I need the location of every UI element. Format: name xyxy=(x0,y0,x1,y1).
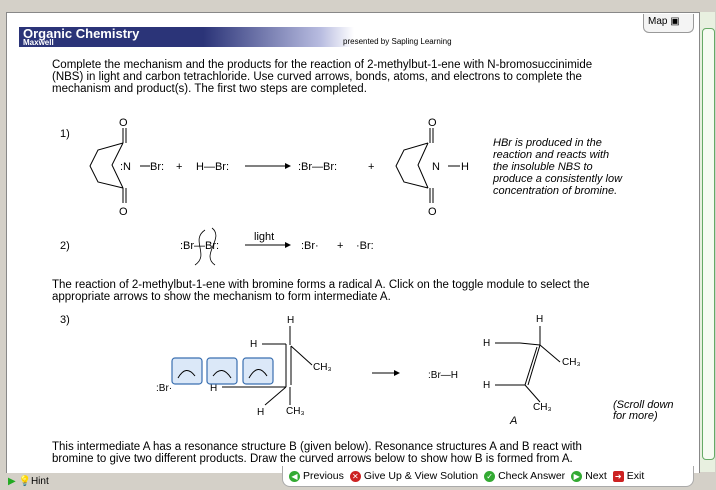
arrow-toggle-1[interactable] xyxy=(171,357,203,385)
svg-text:H: H xyxy=(257,407,264,418)
svg-text:CH₃: CH₃ xyxy=(562,357,581,368)
navigation-bar: ◀ Previous ✕ Give Up & View Solution ✓ Chec… xyxy=(282,466,694,487)
mechanism-drawing: 1) 2) 3) OO :N Br: + H—Br: :Br—Br: + OO NH … xyxy=(60,117,674,427)
step-2-label: 2) xyxy=(60,240,70,252)
check-answer-button[interactable]: ✓ Check Answer xyxy=(484,470,565,482)
give-up-label: Give Up & View Solution xyxy=(363,470,479,482)
arrow-toggle-3[interactable] xyxy=(242,357,274,385)
lightbulb-icon: 💡 xyxy=(18,476,31,487)
previous-label: Previous xyxy=(303,470,344,482)
hint-label: Hint xyxy=(30,476,49,487)
step-1-label: 1) xyxy=(60,128,70,140)
svg-text:CH₃: CH₃ xyxy=(533,402,552,413)
svg-text::Br·: :Br· xyxy=(301,240,319,252)
step-3-label: 3) xyxy=(60,314,70,326)
note-line: the insoluble NBS to xyxy=(493,161,593,173)
arrow-toggle-2[interactable] xyxy=(206,357,238,385)
svg-text:O: O xyxy=(428,206,437,218)
next-label: Next xyxy=(585,470,607,482)
svg-text:Br:: Br: xyxy=(150,161,164,173)
note-line: concentration of bromine. xyxy=(493,185,617,197)
svg-text:H: H xyxy=(461,161,469,173)
exit-icon: ➜ xyxy=(612,470,624,482)
para-line: bromine to give two different products. … xyxy=(52,453,573,465)
previous-icon: ◀ xyxy=(289,470,300,482)
previous-button[interactable]: ◀ Previous xyxy=(289,470,344,482)
para-line: This intermediate A has a resonance stru… xyxy=(52,441,582,453)
svg-text:H: H xyxy=(536,314,543,325)
svg-text:N: N xyxy=(432,161,440,173)
exit-button[interactable]: ➜ Exit xyxy=(612,470,645,482)
para-line: The reaction of 2-methylbut-1-ene with b… xyxy=(52,279,590,291)
svg-text:+: + xyxy=(176,161,182,173)
svg-text:+: + xyxy=(368,161,374,173)
svg-text:H: H xyxy=(250,339,257,350)
svg-text:CH₃: CH₃ xyxy=(313,362,332,373)
svg-text::Br·: :Br· xyxy=(156,383,172,394)
check-icon: ✓ xyxy=(484,470,496,482)
svg-text::Br—Br:: :Br—Br: xyxy=(298,161,337,173)
note-line: HBr is produced in the xyxy=(493,137,602,149)
svg-text:H: H xyxy=(210,383,217,394)
note-line: reaction and reacts with xyxy=(493,149,609,161)
svg-text:O: O xyxy=(428,117,437,129)
svg-text:H: H xyxy=(483,338,490,349)
paragraph-3: This intermediate A has a resonance stru… xyxy=(52,441,682,465)
svg-text:O: O xyxy=(119,206,128,218)
svg-text:O: O xyxy=(119,117,128,129)
svg-text:·Br:: ·Br: xyxy=(356,240,374,252)
next-button[interactable]: ▶ Next xyxy=(571,470,607,482)
para-line: appropriate arrows to show the mechanism… xyxy=(52,291,391,303)
svg-text::N: :N xyxy=(120,161,131,173)
scroll-hint: for more) xyxy=(613,410,658,422)
expand-icon: ▶ xyxy=(8,476,16,487)
svg-text:H—Br:: H—Br: xyxy=(196,161,229,173)
next-icon: ▶ xyxy=(571,470,583,482)
exit-label: Exit xyxy=(626,470,645,482)
check-label: Check Answer xyxy=(498,470,566,482)
intermediate-a-label: A xyxy=(509,415,517,427)
svg-text:CH₃: CH₃ xyxy=(286,406,305,417)
light-label: light xyxy=(254,231,274,243)
paragraph-2: The reaction of 2-methylbut-1-ene with b… xyxy=(52,279,682,303)
give-up-button[interactable]: ✕ Give Up & View Solution xyxy=(349,470,479,482)
note-line: produce a consistently low xyxy=(492,173,623,185)
scrollbar-thumb[interactable] xyxy=(702,28,715,460)
svg-text:+: + xyxy=(337,240,343,252)
svg-text::Br—H: :Br—H xyxy=(428,370,458,381)
hint-button[interactable]: ▶ 💡Hint xyxy=(8,476,49,487)
svg-text:H: H xyxy=(287,315,294,326)
svg-text:H: H xyxy=(483,380,490,391)
x-icon: ✕ xyxy=(349,470,361,482)
